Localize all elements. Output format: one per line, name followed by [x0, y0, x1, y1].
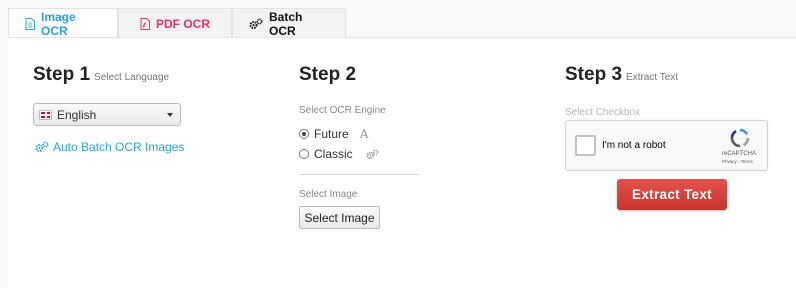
- radio-future[interactable]: [299, 129, 309, 139]
- select-image-label: Select Image: [299, 189, 358, 200]
- auto-batch-label: Auto Batch OCR Images: [53, 140, 185, 154]
- gears-icon: [35, 141, 49, 153]
- tab-image-ocr[interactable]: Image OCR: [8, 8, 118, 39]
- recaptcha-widget: I'm not a robot reCAPTCHA Privacy - Term…: [565, 120, 768, 171]
- tab-label: Image OCR: [41, 10, 76, 38]
- recaptcha-logo-icon: [730, 128, 750, 148]
- recaptcha-terms[interactable]: Privacy - Terms: [722, 159, 753, 164]
- recaptcha-brand: reCAPTCHA: [722, 151, 757, 157]
- extract-text-button[interactable]: Extract Text: [617, 179, 727, 210]
- pdf-file-icon: [140, 17, 150, 30]
- step3-heading: Step 3 Extract Text: [565, 64, 678, 86]
- engine-label: Classic: [314, 147, 353, 161]
- step3-subtitle: Extract Text: [626, 72, 679, 83]
- tab-pdf-ocr[interactable]: PDF OCR: [118, 8, 232, 38]
- language-value: English: [57, 107, 97, 122]
- step2-title: Step 2: [299, 64, 357, 85]
- ocr-tabs: Image OCR PDF OCR Batch OCR: [8, 8, 346, 39]
- language-select[interactable]: English: [33, 103, 181, 126]
- document-icon: [25, 18, 35, 30]
- recaptcha-checkbox[interactable]: [575, 135, 596, 156]
- tab-label: PDF OCR: [156, 16, 210, 31]
- step1-title: Step 1: [33, 64, 91, 85]
- recaptcha-label: I'm not a robot: [602, 140, 666, 151]
- engine-label: Future: [314, 127, 349, 141]
- radio-classic[interactable]: [299, 149, 309, 159]
- step1-heading: Step 1 Select Language: [33, 64, 169, 86]
- chevron-down-icon: [167, 113, 173, 117]
- select-image-button[interactable]: Select Image: [299, 206, 380, 229]
- engine-option-classic[interactable]: Classic: [299, 147, 379, 161]
- gears-icon: [366, 148, 379, 160]
- tab-label: Batch OCR: [269, 9, 303, 38]
- divider: [299, 174, 419, 175]
- step2-heading: Step 2: [299, 64, 356, 86]
- ocr-engine-label: Select OCR Engine: [299, 105, 386, 116]
- auto-batch-link[interactable]: Auto Batch OCR Images: [35, 140, 184, 154]
- engine-option-future[interactable]: Future A: [299, 127, 368, 141]
- font-a-icon: A: [359, 127, 369, 141]
- gears-icon: [249, 17, 263, 30]
- uk-flag-icon: [40, 110, 51, 119]
- ocr-panel: Step 1 Select Language English Auto Batch…: [8, 37, 796, 288]
- step1-subtitle: Select Language: [94, 72, 170, 83]
- tab-batch-ocr[interactable]: Batch OCR: [232, 8, 346, 38]
- select-checkbox-label: Select Checkbox: [565, 107, 641, 118]
- step3-title: Step 3: [565, 64, 623, 85]
